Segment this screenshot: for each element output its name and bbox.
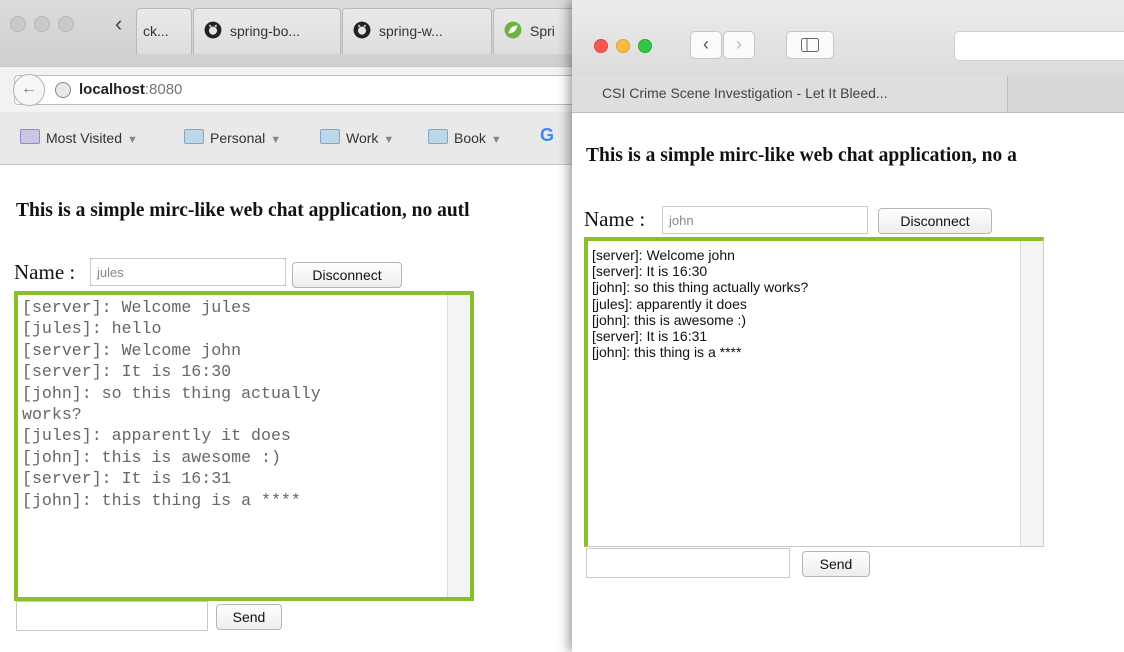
right-tab-bar: CSI Crime Scene Investigation - Let It B… [572,76,1124,113]
tab-label: spring-w... [379,23,443,39]
github-icon [204,21,222,39]
chat-line: [jules]: apparently it does [592,295,747,312]
back-arrow-icon[interactable]: ← [13,74,45,106]
spring-icon [504,21,522,39]
chat-line: [jules]: hello [22,319,162,339]
chat-scrollbar[interactable] [1020,241,1043,546]
bookmark-book[interactable]: Book ▼ [428,129,502,146]
bookmark-label: Work [346,130,379,146]
right-browser-window: ‹ › CSI Crime Scene Investigation - Let … [572,0,1124,652]
chat-line: [server]: It is 16:31 [592,328,708,345]
url-text[interactable]: localhost:8080 [79,81,182,98]
chat-log[interactable]: [server]: Welcome john [server]: It is 16… [584,237,1044,547]
chat-line: works? [22,405,82,425]
tab-2[interactable]: spring-bo... [193,8,341,54]
tab-4[interactable]: Spri [493,8,583,54]
tab-label: ck... [143,23,169,39]
chat-log[interactable]: [server]: Welcome jules [jules]: hello [se… [14,291,474,601]
google-icon[interactable]: G [540,125,554,146]
name-label: Name : [584,207,646,231]
folder-icon [320,129,340,144]
tab-label: spring-bo... [230,23,301,39]
name-input[interactable]: jules [90,258,286,286]
active-tab[interactable]: CSI Crime Scene Investigation - Let It B… [572,76,1008,112]
message-input[interactable] [586,548,790,578]
github-icon [353,21,371,39]
chat-lines: [server]: Welcome jules [jules]: hello [se… [22,297,444,511]
tab-title: CSI Crime Scene Investigation - Let It B… [602,85,888,101]
chat-line: [john]: this is awesome :) [22,447,281,467]
sidebar-toggle-icon[interactable] [786,31,834,59]
url-host: localhost [79,81,145,98]
message-input[interactable] [16,601,208,631]
bookmark-personal[interactable]: Personal ▼ [184,129,281,146]
address-bar[interactable]: ← localhost:8080 [13,74,614,106]
name-input[interactable]: john [662,206,868,234]
bookmark-most-visited[interactable]: Most Visited ▼ [20,129,138,146]
tab-1[interactable]: ck... [136,8,192,54]
bookmark-work[interactable]: Work ▼ [320,129,394,146]
window-minimize-dot[interactable] [616,39,630,53]
folder-icon [184,129,204,144]
disconnect-button[interactable]: Disconnect [292,262,402,288]
window-close-dot[interactable] [594,39,608,53]
name-label: Name : [14,260,76,284]
bookmark-label: Personal [210,130,266,146]
forward-chevron-icon[interactable]: › [723,31,755,59]
send-button[interactable]: Send [216,604,282,630]
page-heading: This is a simple mirc-like web chat appl… [586,145,1017,166]
chevron-down-icon: ▼ [127,134,138,146]
chevron-down-icon: ▼ [383,134,395,146]
chat-lines: [server]: Welcome john [server]: It is 16… [592,247,1017,360]
chat-line: [jules]: apparently it does [22,426,291,446]
sidebar-icon [801,38,819,52]
globe-icon [55,82,71,98]
folder-icon [428,129,448,144]
disconnect-button[interactable]: Disconnect [878,208,992,234]
chat-line: [server]: Welcome jules [22,298,252,317]
tab-3[interactable]: spring-w... [342,8,492,54]
window-zoom-dot[interactable] [58,16,74,32]
chat-line: [john]: this thing is a **** [22,490,301,510]
page-heading: This is a simple mirc-like web chat appl… [16,200,470,221]
url-port: :8080 [144,81,183,98]
chat-line: [john]: so this thing actually works? [592,279,809,296]
window-close-dot[interactable] [10,16,26,32]
chevron-down-icon: ▼ [270,134,282,146]
chat-line: [server]: Welcome john [592,247,735,263]
back-chevron-icon[interactable]: ‹ [690,31,722,59]
bookmark-label: Book [454,130,486,146]
chat-line: [john]: this thing is a **** [592,344,742,361]
chat-line: [server]: It is 16:31 [22,469,232,489]
right-toolbar: ‹ › [572,0,1124,77]
folder-icon [20,129,40,144]
window-zoom-dot[interactable] [638,39,652,53]
chat-line: [john]: this is awesome :) [592,311,747,328]
chat-line: [server]: It is 16:30 [592,263,708,280]
chat-line: [server]: It is 16:30 [22,362,232,382]
chat-line: [server]: Welcome john [22,340,242,360]
send-button[interactable]: Send [802,551,870,577]
chat-scrollbar[interactable] [447,295,470,597]
tab-label: Spri [530,23,555,39]
tab-scroll-back-icon[interactable]: ‹ [115,13,122,35]
window-minimize-dot[interactable] [34,16,50,32]
address-bar[interactable] [954,31,1124,61]
chevron-down-icon: ▼ [490,134,502,146]
chat-line: [john]: so this thing actually [22,383,321,403]
bookmark-label: Most Visited [46,130,122,146]
